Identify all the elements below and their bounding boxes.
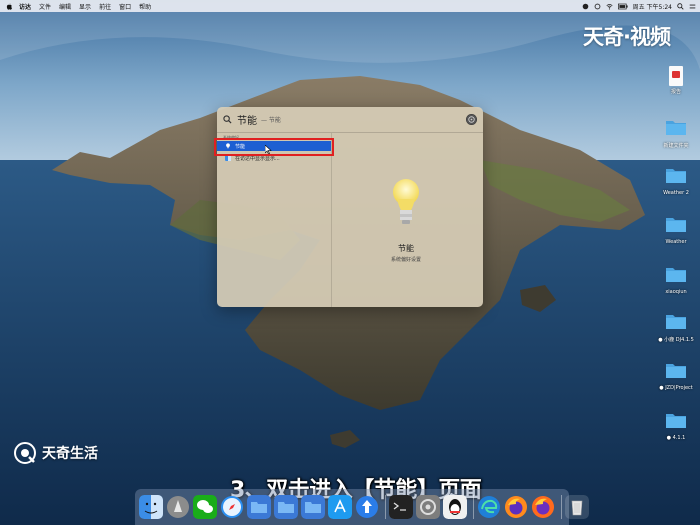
folder-icon <box>666 268 686 282</box>
folder-icon <box>666 218 686 232</box>
status-circle-icon[interactable] <box>582 3 589 10</box>
menu-file[interactable]: 文件 <box>39 2 51 11</box>
spotlight-search-icon[interactable] <box>677 2 684 10</box>
brand-watermark-bottom: 天奇生活 <box>14 442 98 464</box>
menu-view[interactable]: 显示 <box>79 2 91 11</box>
desktop-icon-label: ● JZD|Project <box>659 385 693 391</box>
desktop-icon-label: ● 小鹿 DJ4.1.5 <box>658 337 694 343</box>
folder-icon <box>666 364 686 378</box>
apple-menu-icon[interactable] <box>6 3 13 10</box>
desktop-folder-weather2[interactable]: Weather 2 <box>656 166 696 196</box>
folder-icon[interactable] <box>247 495 271 519</box>
status-dot-icon[interactable] <box>594 3 601 10</box>
preview-subtitle: 系统偏好设置 <box>390 257 421 263</box>
desktop-icon-label: 报告 <box>670 89 681 95</box>
desktop-icon-label: ● 4.1.1 <box>666 435 686 441</box>
firefox-icon[interactable] <box>531 495 555 519</box>
terminal-icon[interactable] <box>389 495 413 519</box>
spotlight-column-divider <box>331 133 332 307</box>
desktop-icon-label: xiaoqiun <box>665 289 687 295</box>
menu-go[interactable]: 前往 <box>99 2 111 11</box>
folder-icon <box>666 169 686 183</box>
mouse-cursor-icon <box>265 145 272 154</box>
desktop-folder-weather[interactable]: Weather <box>656 215 696 245</box>
desktop-folder-dj[interactable]: ● 小鹿 DJ4.1.5 <box>656 312 696 343</box>
spotlight-hint: — 节能 <box>261 117 281 124</box>
spotlight-divider <box>217 132 483 133</box>
system-preferences-icon <box>466 114 477 125</box>
folder-icon <box>666 121 686 135</box>
desktop-folder-xiaoqiun[interactable]: xiaoqiun <box>656 265 696 295</box>
brand-bottom-text: 天奇生活 <box>42 446 98 462</box>
safari-icon[interactable] <box>220 495 244 519</box>
upload-icon[interactable] <box>355 495 379 519</box>
dock-separator <box>473 495 474 519</box>
qq-icon[interactable] <box>443 495 467 519</box>
menu-app-name[interactable]: 访达 <box>19 2 31 11</box>
battery-icon[interactable] <box>617 3 628 10</box>
desktop-folder-411[interactable]: ● 4.1.1 <box>656 411 696 441</box>
menu-bar: 访达 文件 编辑 显示 前往 窗口 帮助 周五 下午5:24 <box>0 0 700 12</box>
launchpad-icon[interactable] <box>166 495 190 519</box>
lightbulb-preview-icon <box>393 179 419 224</box>
dock-separator <box>561 495 562 519</box>
folder-icon[interactable] <box>301 495 325 519</box>
desktop-icon-label: Weather 2 <box>663 190 689 196</box>
dock <box>135 489 589 525</box>
desktop-folder-new[interactable]: 新建文件夹 <box>656 118 696 149</box>
menu-window[interactable]: 窗口 <box>119 2 131 11</box>
desktop-file-report[interactable]: 报告 <box>656 66 696 95</box>
edge-icon[interactable] <box>477 495 501 519</box>
brand-logo-icon <box>14 442 36 464</box>
desktop-icon-label: Weather <box>665 239 687 245</box>
desktop-folder-jzd[interactable]: ● JZD|Project <box>656 361 696 391</box>
spotlight-window: 节能 — 节能 系统偏好 节能 在访达中显示显示... <box>217 107 483 307</box>
search-icon <box>223 115 232 124</box>
trash-icon[interactable] <box>565 495 589 519</box>
wechat-icon[interactable] <box>193 495 217 519</box>
finder-icon[interactable] <box>139 495 163 519</box>
desktop-icon-label: 新建文件夹 <box>663 143 689 149</box>
system-preferences-icon[interactable] <box>416 495 440 519</box>
annotation-highlight-box <box>214 138 334 156</box>
wifi-icon[interactable] <box>606 3 613 10</box>
spotlight-query[interactable]: 节能 <box>237 112 257 127</box>
menu-help[interactable]: 帮助 <box>139 2 151 11</box>
app-store-icon[interactable] <box>328 495 352 519</box>
preview-title: 节能 <box>398 244 414 253</box>
folder-icon <box>666 414 686 428</box>
dock-separator <box>385 495 386 519</box>
document-icon <box>669 66 683 86</box>
menubar-clock[interactable]: 周五 下午5:24 <box>633 2 672 11</box>
spotlight-search-bar[interactable]: 节能 — 节能 <box>217 107 483 132</box>
firefox-icon[interactable] <box>504 495 528 519</box>
folder-icon <box>666 315 686 329</box>
brand-watermark-top: 天奇·视频 <box>583 25 671 49</box>
control-center-icon[interactable] <box>689 3 696 10</box>
folder-icon[interactable] <box>274 495 298 519</box>
menu-edit[interactable]: 编辑 <box>59 2 71 11</box>
